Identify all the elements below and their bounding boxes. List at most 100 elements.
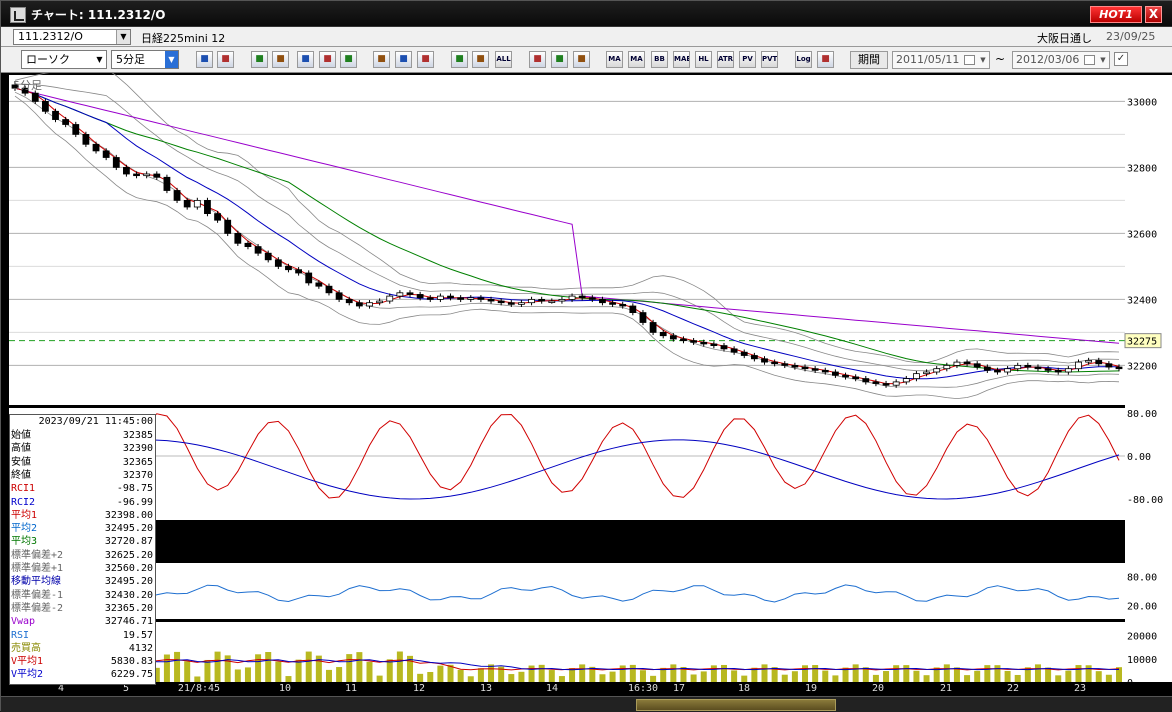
volume-bar — [356, 652, 363, 682]
title-bar[interactable]: チャート: 111.2312/O HOT1 X — [1, 1, 1172, 27]
hot1-button[interactable]: HOT1 — [1090, 6, 1142, 23]
toolbar-ma-button[interactable]: MA — [628, 51, 645, 68]
apply-check-button[interactable]: ✓ — [1114, 52, 1128, 66]
candle-body — [629, 305, 637, 313]
volume-bar — [163, 654, 170, 682]
arrow-icon[interactable]: ■ — [395, 51, 412, 68]
info-value: 32746.71 — [104, 616, 153, 628]
chevron-down-icon[interactable]: ▼ — [93, 51, 106, 68]
candle-body — [274, 259, 282, 267]
volume-tick-label: 10000 — [1127, 655, 1157, 666]
volume-bar — [437, 665, 444, 682]
symbol-select[interactable]: 111.2312/O ▼ — [13, 29, 131, 45]
rsi-pane[interactable] — [9, 563, 1125, 619]
candle-body — [1085, 360, 1093, 363]
info-row: 売買高 4132 — [10, 642, 155, 655]
close-button[interactable]: X — [1145, 6, 1162, 23]
info-row: 始値 32385 — [10, 429, 155, 442]
brush-icon[interactable]: ■ — [551, 51, 568, 68]
horizontal-scrollbar[interactable] — [1, 696, 1172, 712]
interval-select[interactable]: 5分足 ▼ — [111, 50, 179, 69]
candle2-icon[interactable]: ■ — [472, 51, 489, 68]
candle-body — [335, 292, 343, 300]
toolbar-pvt-button[interactable]: PVT — [761, 51, 778, 68]
candle-body — [953, 361, 961, 366]
candle-body — [983, 366, 991, 371]
alert-icon[interactable]: ■ — [340, 51, 357, 68]
toolbar-hl-button[interactable]: HL — [695, 51, 712, 68]
volume-bar — [832, 675, 839, 682]
date-to-field[interactable]: 2012/03/06 ▼ — [1012, 51, 1110, 69]
candle-body — [214, 213, 221, 221]
chart-window: チャート: 111.2312/O HOT1 X 111.2312/O ▼ 日経2… — [0, 0, 1172, 712]
chart-type-select[interactable]: ローソク ▼ — [21, 50, 107, 69]
candle-body — [791, 364, 799, 368]
chevron-down-icon[interactable]: ▼ — [977, 52, 989, 68]
time-tick-label: 10 — [279, 683, 291, 694]
volume-bar — [285, 676, 292, 682]
calendar-icon[interactable] — [1084, 55, 1095, 65]
candle-body — [750, 355, 758, 360]
toolbar-bb-button[interactable]: BB — [651, 51, 668, 68]
chevron-down-icon[interactable]: ▼ — [1097, 52, 1109, 68]
chart-canvas[interactable]: 33000 32800 32600 32400 32200 32275 80.00 0.00 -… — [1, 73, 1172, 696]
candle-body — [386, 295, 394, 302]
candle-body — [821, 369, 829, 373]
color-icon[interactable]: ■ — [573, 51, 590, 68]
info-label: 売買高 — [11, 642, 41, 654]
candle-body — [933, 368, 941, 373]
export-icon[interactable]: ■ — [817, 51, 834, 68]
toolbar-all-button[interactable]: ALL — [495, 51, 512, 68]
candle-body — [1054, 369, 1062, 373]
toolbar-log-button[interactable]: Log — [795, 51, 812, 68]
toolbar-mae-button[interactable]: MAE — [673, 51, 690, 68]
bar-icon[interactable]: ■ — [297, 51, 314, 68]
candle-body — [588, 297, 596, 300]
volume-bar — [265, 652, 272, 682]
rci-pane[interactable] — [9, 408, 1125, 520]
period-button[interactable]: 期間 — [850, 51, 888, 69]
calendar-icon[interactable] — [964, 55, 975, 65]
candle-body — [345, 298, 353, 304]
chart-icon[interactable]: ■ — [251, 51, 268, 68]
date-from-field[interactable]: 2011/05/11 ▼ — [892, 51, 990, 69]
info-value: 32365 — [122, 456, 153, 468]
symbol-value: 111.2312/O — [18, 30, 83, 43]
candle-icon[interactable]: ■ — [451, 51, 468, 68]
candle-body — [872, 381, 880, 384]
instrument-name: 日経225mini 12 — [141, 32, 226, 45]
bars-icon[interactable]: ■ — [319, 51, 336, 68]
info-row: V平均2 6229.75 — [10, 668, 155, 681]
search-icon[interactable]: ■ — [196, 51, 213, 68]
volume-bar — [244, 667, 251, 682]
pen-icon[interactable]: ■ — [373, 51, 390, 68]
candle-body — [62, 119, 70, 125]
toolbar-atr-button[interactable]: ATR — [717, 51, 734, 68]
time-tick-label: 17 — [673, 683, 685, 694]
volume-bar — [994, 665, 1001, 682]
scrollbar-thumb[interactable] — [636, 699, 836, 711]
candle-body — [994, 369, 1001, 373]
candle-body — [487, 298, 495, 302]
volume-bar — [376, 675, 383, 682]
toolbar-pv-button[interactable]: PV — [739, 51, 756, 68]
info-label: Vwap — [11, 616, 36, 628]
info-value: 32430.20 — [104, 589, 153, 601]
volume-bar — [720, 664, 727, 682]
rci-tick-label: -80.00 — [1127, 495, 1163, 506]
candle-body — [133, 173, 140, 177]
time-tick-label: 19 — [805, 683, 817, 694]
candle-body — [963, 361, 971, 365]
zoom-icon[interactable]: ■ — [272, 51, 289, 68]
config-icon[interactable]: ■ — [529, 51, 546, 68]
candle-body — [416, 294, 424, 299]
toolbar-ma-button[interactable]: MA — [606, 51, 623, 68]
chevron-down-icon[interactable]: ▼ — [116, 30, 130, 44]
pointer-icon[interactable]: ■ — [417, 51, 434, 68]
chevron-down-icon[interactable]: ▼ — [165, 51, 178, 68]
rci-tick-label: 80.00 — [1127, 409, 1157, 420]
info-label: 安値 — [11, 456, 31, 468]
info-value: 32560.20 — [104, 563, 153, 574]
cursor-icon[interactable]: ■ — [217, 51, 234, 68]
price-pane[interactable] — [9, 75, 1125, 405]
